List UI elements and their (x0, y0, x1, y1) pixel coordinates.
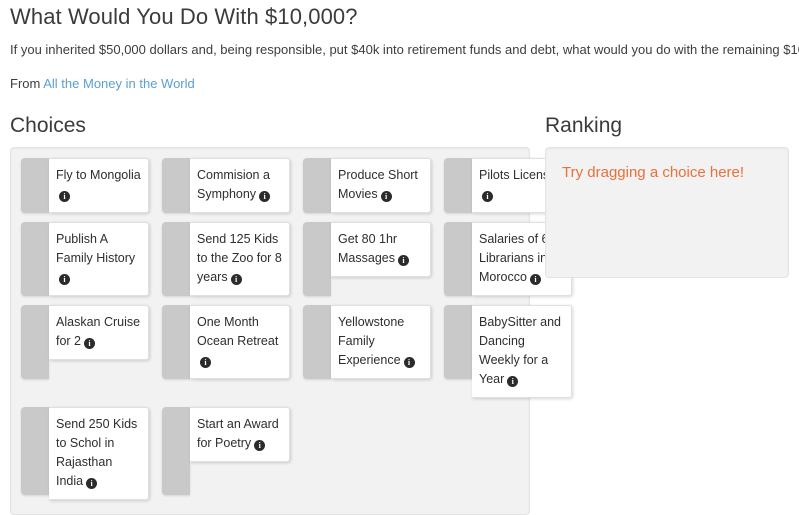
info-icon[interactable]: i (482, 191, 493, 202)
choice-label: Get 80 1hr Massages (338, 232, 397, 265)
drag-handle[interactable] (444, 305, 472, 379)
choice-card-body: Yellowstone Family Experiencei (331, 305, 431, 379)
ranking-column: Ranking Try dragging a choice here! (545, 114, 789, 278)
drag-handle[interactable] (303, 222, 331, 296)
choice-card-body: Send 125 Kids to the Zoo for 8 yearsi (190, 222, 290, 296)
info-icon[interactable]: i (200, 357, 211, 368)
drag-handle[interactable] (162, 222, 190, 296)
choice-label: One Month Ocean Retreat (197, 315, 278, 348)
info-icon[interactable]: i (86, 478, 97, 489)
choice-card-body: Produce Short Moviesi (331, 158, 431, 213)
choice-label: Publish A Family History (56, 232, 135, 265)
choices-dropzone[interactable]: Fly to MongoliaiCommision a SymphonyiPro… (10, 147, 530, 515)
choice-card[interactable]: Commision a Symphonyi (162, 158, 290, 213)
drag-handle[interactable] (162, 305, 190, 379)
drag-handle[interactable] (162, 407, 190, 495)
choice-card-body: Fly to Mongolia i (49, 158, 149, 213)
source-link[interactable]: All the Money in the World (43, 76, 195, 91)
info-icon[interactable]: i (231, 274, 242, 285)
choice-label: Start an Award for Poetry (197, 417, 279, 450)
page-title: What Would You Do With $10,000? (10, 4, 789, 30)
drag-handle[interactable] (303, 158, 331, 213)
choice-label: Fly to Mongolia (56, 168, 141, 182)
ranking-placeholder-text: Try dragging a choice here! (562, 162, 772, 183)
choice-card[interactable]: Alaskan Cruise for 2i (21, 305, 149, 379)
choice-label: Produce Short Movies (338, 168, 418, 201)
choice-row: Alaskan Cruise for 2iOne Month Ocean Ret… (21, 305, 529, 398)
info-icon[interactable]: i (84, 338, 95, 349)
drag-handle[interactable] (303, 305, 331, 379)
drag-handle[interactable] (444, 222, 472, 296)
choice-card[interactable]: One Month Ocean Retreat i (162, 305, 290, 379)
choice-card[interactable]: Get 80 1hr Massagesi (303, 222, 431, 296)
info-icon[interactable]: i (59, 274, 70, 285)
source-line: From All the Money in the World (10, 76, 789, 92)
drag-handle[interactable] (162, 158, 190, 213)
source-prefix-label: From (10, 76, 40, 91)
page-header: What Would You Do With $10,000? If you i… (0, 0, 799, 92)
choice-label: Yellowstone Family Experience (338, 315, 404, 367)
choice-card[interactable]: Produce Short Moviesi (303, 158, 431, 213)
choices-column: Choices Fly to MongoliaiCommision a Symp… (10, 114, 530, 515)
choice-card-body: Commision a Symphonyi (190, 158, 290, 213)
drag-handle[interactable] (21, 305, 49, 379)
choice-card-body: Publish A Family History i (49, 222, 149, 296)
choice-label: Alaskan Cruise for 2 (56, 315, 140, 348)
choice-card[interactable]: Yellowstone Family Experiencei (303, 305, 431, 379)
choice-card-body: Send 250 Kids to Schol in Rajasthan Indi… (49, 407, 149, 500)
choice-card[interactable]: Start an Award for Poetryi (162, 407, 290, 495)
info-icon[interactable]: i (398, 255, 409, 266)
choice-card[interactable]: Fly to Mongolia i (21, 158, 149, 213)
choice-row: Send 250 Kids to Schol in Rajasthan Indi… (21, 407, 529, 500)
info-icon[interactable]: i (507, 376, 518, 387)
info-icon[interactable]: i (381, 191, 392, 202)
ranking-heading: Ranking (545, 114, 789, 138)
page-subtitle: If you inherited $50,000 dollars and, be… (10, 42, 789, 58)
choice-card[interactable]: BabySitter and Dancing Weekly for a Year… (444, 305, 572, 398)
info-icon[interactable]: i (259, 191, 270, 202)
choice-card-body: BabySitter and Dancing Weekly for a Year… (472, 305, 572, 398)
ranking-dropzone[interactable]: Try dragging a choice here! (545, 147, 789, 278)
choice-row: Fly to MongoliaiCommision a SymphonyiPro… (21, 158, 529, 213)
info-icon[interactable]: i (59, 191, 70, 202)
info-icon[interactable]: i (254, 440, 265, 451)
info-icon[interactable]: i (530, 274, 541, 285)
choice-card-body: Start an Award for Poetryi (190, 407, 290, 462)
choice-card[interactable]: Send 250 Kids to Schol in Rajasthan Indi… (21, 407, 149, 500)
drag-handle[interactable] (444, 158, 472, 213)
choice-card-body: Get 80 1hr Massagesi (331, 222, 431, 277)
drag-handle[interactable] (21, 407, 49, 495)
drag-handle[interactable] (21, 222, 49, 296)
choice-label: BabySitter and Dancing Weekly for a Year (479, 315, 561, 386)
choice-label: Send 250 Kids to Schol in Rajasthan Indi… (56, 417, 137, 488)
choice-card[interactable]: Publish A Family History i (21, 222, 149, 296)
choice-card-body: One Month Ocean Retreat i (190, 305, 290, 379)
choice-card-body: Alaskan Cruise for 2i (49, 305, 149, 360)
choices-heading: Choices (10, 114, 530, 138)
info-icon[interactable]: i (404, 357, 415, 368)
choice-row: Publish A Family HistoryiSend 125 Kids t… (21, 222, 529, 296)
drag-handle[interactable] (21, 158, 49, 213)
choice-card[interactable]: Send 125 Kids to the Zoo for 8 yearsi (162, 222, 290, 296)
